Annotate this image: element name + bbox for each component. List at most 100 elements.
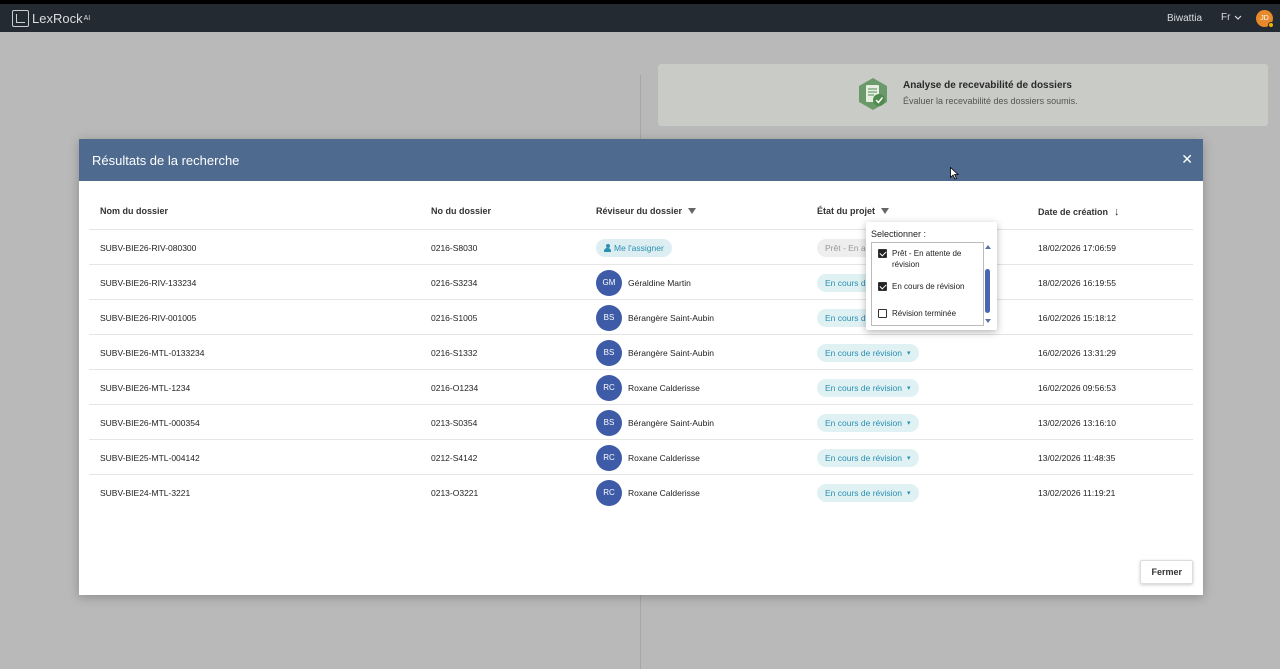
checkbox[interactable] <box>878 249 887 258</box>
status-option-ready[interactable]: Prêt - En attente de révision <box>878 248 967 270</box>
app-logo[interactable]: LexRock AI <box>12 9 90 27</box>
language-label: Fr <box>1221 12 1231 23</box>
app-suffix: AI <box>83 14 91 22</box>
checkbox[interactable] <box>878 282 887 291</box>
row-name[interactable]: SUBV-BIE24-MTL-3221 <box>100 475 190 510</box>
table-row[interactable]: SUBV-BIE26-MTL-1234 0216-O1234 RC Roxane… <box>89 369 1193 404</box>
status-option-in-progress[interactable]: En cours de révision <box>878 281 964 292</box>
status-chip[interactable]: En cours de révision ▾ <box>817 483 919 502</box>
avatar: BS <box>596 339 622 366</box>
checkbox[interactable] <box>878 309 887 318</box>
status-chip[interactable]: En cours de révision ▾ <box>817 343 919 362</box>
row-status: En cours de révision ▾ <box>817 475 919 510</box>
row-name[interactable]: SUBV-BIE26-MTL-0133234 <box>100 335 204 370</box>
row-number: 0213-S0354 <box>431 417 478 428</box>
reviewer-name: Roxane Calderisse <box>628 382 700 393</box>
row-number: 0213-O3221 <box>431 487 479 498</box>
status-label: En cours de révision <box>825 452 903 463</box>
status-option-label: Prêt - En attente de révision <box>892 249 962 269</box>
scroll-up-icon[interactable] <box>985 245 991 249</box>
row-date: 13/02/2026 11:48:35 <box>1038 452 1116 463</box>
row-status: En cours de révision ▾ <box>817 335 919 370</box>
row-name[interactable]: SUBV-BIE26-RIV-133234 <box>100 265 196 300</box>
scroll-down-icon[interactable] <box>985 319 991 323</box>
row-name[interactable]: SUBV-BIE26-MTL-1234 <box>100 370 190 405</box>
column-header-number[interactable]: No du dossier <box>431 206 491 216</box>
avatar: RC <box>596 479 622 506</box>
language-selector[interactable]: Fr <box>1221 12 1242 23</box>
filter-icon[interactable] <box>688 208 697 214</box>
row-reviewer: BS Bérangère Saint-Aubin <box>596 335 714 370</box>
row-reviewer: BS Bérangère Saint-Aubin <box>596 300 714 335</box>
sort-descending-icon[interactable]: ↓ <box>1114 206 1120 218</box>
reviewer-name: Bérangère Saint-Aubin <box>628 347 715 358</box>
table-row[interactable]: SUBV-BIE26-RIV-001005 0216-S1005 BS Béra… <box>89 299 1193 334</box>
status-chip[interactable]: En cours de révision ▾ <box>817 413 919 432</box>
row-name[interactable]: SUBV-BIE26-RIV-080300 <box>100 230 196 265</box>
status-label: En cours de révision <box>825 487 903 498</box>
row-date: 18/02/2026 16:19:55 <box>1038 277 1116 288</box>
avatar: RC <box>596 374 622 401</box>
table-row[interactable]: SUBV-BIE26-RIV-133234 0216-S3234 GM Géra… <box>89 264 1193 299</box>
reviewer-name: Bérangère Saint-Aubin <box>628 417 715 428</box>
search-results-modal: Résultats de la recherche ✕ Nom du dossi… <box>79 139 1203 595</box>
status-chip[interactable]: En cours de révision ▾ <box>817 378 919 397</box>
row-reviewer: RC Roxane Calderisse <box>596 475 700 510</box>
modal-title: Résultats de la recherche <box>92 152 240 168</box>
row-name[interactable]: SUBV-BIE25-MTL-004142 <box>100 440 200 475</box>
chevron-down-icon <box>1235 15 1242 20</box>
user-name[interactable]: Biwattia <box>1167 13 1202 24</box>
logo-icon <box>12 9 29 27</box>
row-status: En cours de révision ▾ <box>817 440 919 475</box>
table-row[interactable]: SUBV-BIE26-MTL-000354 0213-S0354 BS Béra… <box>89 404 1193 439</box>
table-row[interactable]: SUBV-BIE25-MTL-004142 0212-S4142 RC Roxa… <box>89 439 1193 474</box>
row-number: 0216-S1005 <box>431 312 478 323</box>
status-chip[interactable]: En cours de révision ▾ <box>817 448 919 467</box>
column-header-status[interactable]: État du projet <box>817 206 889 216</box>
table-row[interactable]: SUBV-BIE24-MTL-3221 0213-O3221 RC Roxane… <box>89 474 1193 509</box>
column-header-date[interactable]: Date de création ↓ <box>1038 206 1120 218</box>
scrollbar-thumb[interactable] <box>985 269 990 313</box>
status-label: En cours d <box>825 277 866 288</box>
row-status: En cours de révision ▾ <box>817 370 919 405</box>
column-header-reviewer[interactable]: Réviseur du dossier <box>596 206 697 216</box>
document-check-icon <box>859 78 887 110</box>
table-row[interactable]: SUBV-BIE26-MTL-0133234 0216-S1332 BS Bér… <box>89 334 1193 369</box>
row-reviewer: RC Roxane Calderisse <box>596 370 700 405</box>
row-reviewer: BS Bérangère Saint-Aubin <box>596 405 714 440</box>
close-button[interactable]: Fermer <box>1140 560 1193 584</box>
table-row[interactable]: SUBV-BIE26-RIV-080300 0216-S8030 Me l'as… <box>89 229 1193 264</box>
row-number: 0212-S4142 <box>431 452 478 463</box>
column-header-reviewer-label: Réviseur du dossier <box>596 206 683 216</box>
status-filter-list: Prêt - En attente de révision En cours d… <box>871 242 984 326</box>
user-avatar[interactable]: JD <box>1256 10 1274 28</box>
row-status: En cours de révision ▾ <box>817 405 919 440</box>
status-option-label: Révision terminée <box>892 309 957 318</box>
status-option-label: En cours de révision <box>892 282 965 291</box>
column-header-date-label: Date de création <box>1038 207 1109 217</box>
status-filter-scrollbar[interactable] <box>984 242 992 326</box>
chevron-down-icon: ▾ <box>907 349 911 357</box>
row-date: 16/02/2026 13:31:29 <box>1038 347 1116 358</box>
avatar: BS <box>596 409 622 436</box>
row-name[interactable]: SUBV-BIE26-MTL-000354 <box>100 405 200 440</box>
row-reviewer: RC Roxane Calderisse <box>596 440 700 475</box>
analysis-card[interactable]: Analyse de recevabilité de dossiers Éval… <box>658 64 1268 126</box>
status-label: En cours de révision <box>825 382 903 393</box>
assign-me-button[interactable]: Me l'assigner <box>596 238 672 257</box>
close-icon[interactable]: ✕ <box>1181 151 1193 168</box>
row-name[interactable]: SUBV-BIE26-RIV-001005 <box>100 300 196 335</box>
row-number: 0216-O1234 <box>431 382 479 393</box>
app-name: LexRock <box>32 10 83 26</box>
avatar: BS <box>596 304 622 331</box>
status-label: Prêt - En a <box>825 242 866 253</box>
assign-me-label: Me l'assigner <box>614 242 664 253</box>
status-option-done[interactable]: Révision terminée <box>878 308 956 319</box>
row-reviewer: GM Géraldine Martin <box>596 265 691 300</box>
column-header-name[interactable]: Nom du dossier <box>100 206 168 216</box>
avatar: RC <box>596 444 622 471</box>
user-initials: JD <box>1260 15 1269 22</box>
row-number: 0216-S3234 <box>431 277 478 288</box>
filter-icon[interactable] <box>881 208 889 214</box>
row-date: 13/02/2026 13:16:10 <box>1038 417 1116 428</box>
